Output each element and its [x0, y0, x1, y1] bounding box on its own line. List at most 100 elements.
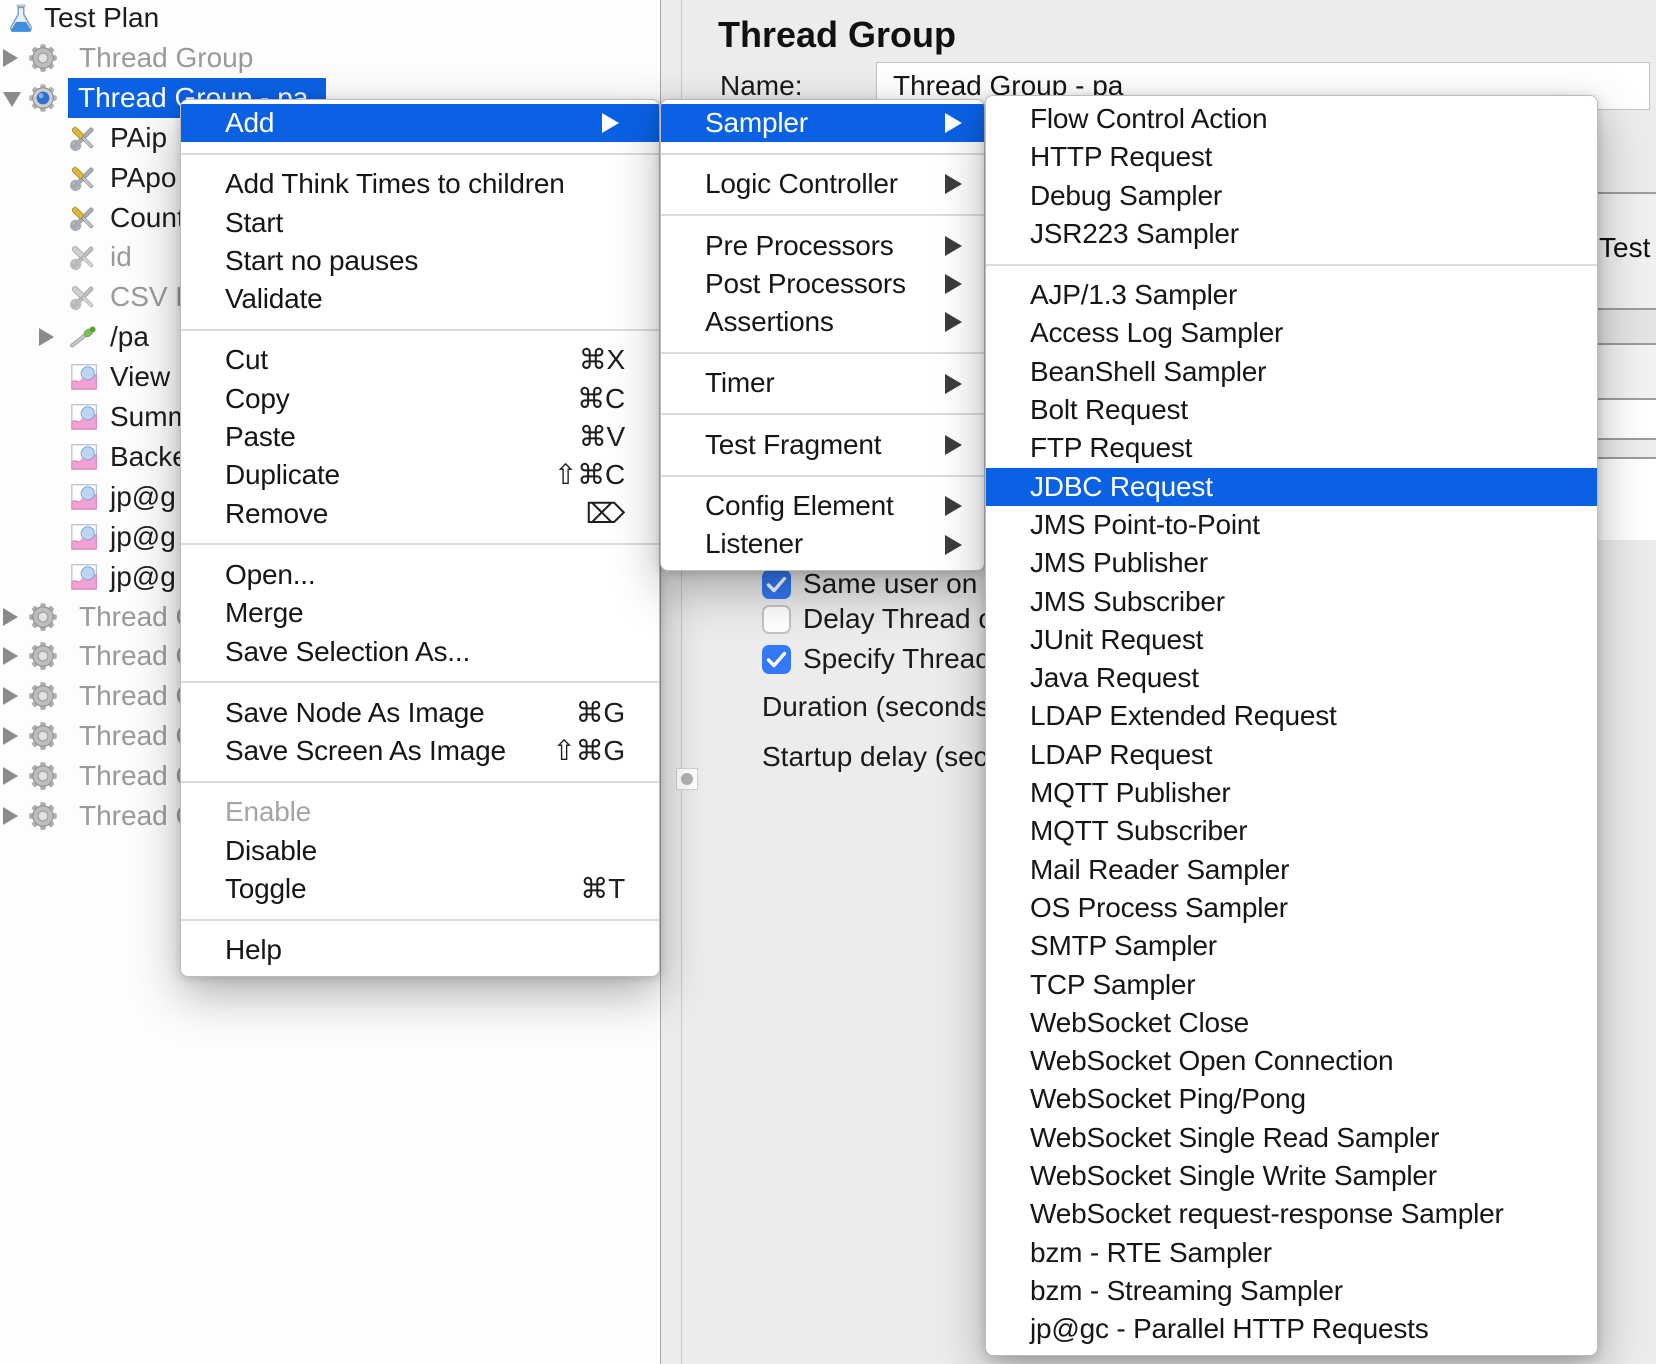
menu-item-post-processors[interactable]: Post Processors	[661, 265, 984, 303]
menu-item-duplicate[interactable]: Duplicate ⇧⌘C	[181, 456, 659, 494]
tree-item-label: jp@g	[110, 520, 176, 552]
menu-item-junit-request[interactable]: JUnit Request	[986, 621, 1597, 659]
checkbox-checked[interactable]	[762, 570, 791, 599]
tree-item[interactable]: Thread Group	[0, 38, 660, 78]
menu-item-ftp-request[interactable]: FTP Request	[986, 429, 1597, 467]
panel-edge-band	[1598, 457, 1656, 540]
menu-item-label: Mail Reader Sampler	[1030, 853, 1290, 885]
menu-item-shortcut: ⇧⌘C	[553, 459, 625, 491]
menu-item-os-process-sampler[interactable]: OS Process Sampler	[986, 889, 1597, 927]
menu-item-mqtt-subscriber[interactable]: MQTT Subscriber	[986, 812, 1597, 850]
menu-item-websocket-single-read-sampler[interactable]: WebSocket Single Read Sampler	[986, 1119, 1597, 1157]
menu-item-http-request[interactable]: HTTP Request	[986, 138, 1597, 176]
tree-item-label: PApo	[110, 161, 177, 193]
menu-item-smtp-sampler[interactable]: SMTP Sampler	[986, 927, 1597, 965]
menu-item-remove[interactable]: Remove ⌦	[181, 495, 659, 533]
disclosure-triangle-icon[interactable]	[3, 807, 18, 825]
menu-item-logic-controller[interactable]: Logic Controller	[661, 165, 984, 203]
menu-item-mail-reader-sampler[interactable]: Mail Reader Sampler	[986, 851, 1597, 889]
menu-item-java-request[interactable]: Java Request	[986, 659, 1597, 697]
menu-item-websocket-open-connection[interactable]: WebSocket Open Connection	[986, 1042, 1597, 1080]
menu-item-label: Config Element	[705, 490, 894, 522]
disclosure-triangle-icon[interactable]	[3, 647, 18, 666]
tree-item[interactable]: Test Plan	[0, 0, 660, 38]
menu-item-websocket-single-write-sampler[interactable]: WebSocket Single Write Sampler	[986, 1157, 1597, 1195]
menu-item-jdbc-request[interactable]: JDBC Request	[986, 467, 1597, 506]
checkbox-checked[interactable]	[762, 645, 791, 674]
menu-item-sampler[interactable]: Sampler	[661, 104, 984, 143]
menu-item-add-think-times-to-children[interactable]: Add Think Times to children	[181, 165, 659, 203]
panel-edge-band	[1598, 398, 1656, 438]
menu-item-merge[interactable]: Merge	[181, 594, 659, 632]
tree-item-label: /pa	[110, 321, 149, 353]
menu-item-label: Save Screen As Image	[225, 735, 506, 767]
tree-item-label: PAip	[110, 121, 168, 153]
menu-item-start[interactable]: Start	[181, 204, 659, 242]
menu-item-access-log-sampler[interactable]: Access Log Sampler	[986, 314, 1597, 352]
menu-item-bzm-rte-sampler[interactable]: bzm - RTE Sampler	[986, 1234, 1597, 1272]
menu-item-jsr223-sampler[interactable]: JSR223 Sampler	[986, 215, 1597, 253]
menu-item-jms-subscriber[interactable]: JMS Subscriber	[986, 583, 1597, 621]
menu-item-cut[interactable]: Cut ⌘X	[181, 341, 659, 379]
menu-item-save-node-as-image[interactable]: Save Node As Image ⌘G	[181, 694, 659, 732]
menu-item-add[interactable]: Add	[181, 104, 659, 143]
menu-item-copy[interactable]: Copy ⌘C	[181, 380, 659, 418]
disclosure-triangle-icon[interactable]	[3, 767, 18, 786]
menu-item-bzm-streaming-sampler[interactable]: bzm - Streaming Sampler	[986, 1272, 1597, 1310]
menu-item-websocket-ping-pong[interactable]: WebSocket Ping/Pong	[986, 1080, 1597, 1118]
menu-item-test-fragment[interactable]: Test Fragment	[661, 426, 984, 464]
test-plan-flask-icon	[4, 1, 38, 35]
menu-item-timer[interactable]: Timer	[661, 364, 984, 402]
menu-item-start-no-pauses[interactable]: Start no pauses	[181, 242, 659, 280]
menu-item-mqtt-publisher[interactable]: MQTT Publisher	[986, 774, 1597, 812]
menu-item-jms-point-to-point[interactable]: JMS Point-to-Point	[986, 506, 1597, 544]
menu-item-tcp-sampler[interactable]: TCP Sampler	[986, 966, 1597, 1004]
disclosure-triangle-icon[interactable]	[39, 328, 54, 347]
submenu-arrow-icon	[945, 534, 962, 555]
menu-item-validate[interactable]: Validate	[181, 280, 659, 318]
menu-item-pre-processors[interactable]: Pre Processors	[661, 227, 984, 265]
menu-item-ldap-extended-request[interactable]: LDAP Extended Request	[986, 697, 1597, 735]
menu-item-label: WebSocket Single Read Sampler	[1030, 1121, 1440, 1153]
menu-item-listener[interactable]: Listener	[661, 525, 984, 563]
menu-item-help[interactable]: Help	[181, 931, 659, 969]
menu-item-ldap-request[interactable]: LDAP Request	[986, 736, 1597, 774]
menu-item-label: JMS Publisher	[1030, 547, 1208, 579]
menu-item-websocket-request-response-sampler[interactable]: WebSocket request-response Sampler	[986, 1195, 1597, 1233]
menu-item-assertions[interactable]: Assertions	[661, 303, 984, 341]
chart-icon	[66, 360, 100, 394]
split-divider-knob[interactable]	[676, 768, 698, 790]
disclosure-triangle-icon[interactable]	[3, 687, 18, 706]
menu-item-open[interactable]: Open...	[181, 556, 659, 594]
disclosure-triangle-icon[interactable]	[3, 727, 18, 746]
menu-item-config-element[interactable]: Config Element	[661, 487, 984, 525]
menu-item-label: JSR223 Sampler	[1030, 217, 1239, 249]
menu-item-debug-sampler[interactable]: Debug Sampler	[986, 177, 1597, 215]
tree-item-label: Thread Group	[79, 41, 254, 73]
panel-edge-divider	[1598, 343, 1656, 345]
menu-item-jms-publisher[interactable]: JMS Publisher	[986, 544, 1597, 582]
menu-item-enable[interactable]: Enable	[181, 793, 659, 831]
menu-item-websocket-close[interactable]: WebSocket Close	[986, 1004, 1597, 1042]
disclosure-triangle-icon[interactable]	[3, 48, 18, 67]
menu-separator	[661, 413, 984, 416]
menu-item-flow-control-action[interactable]: Flow Control Action	[986, 100, 1597, 138]
menu-item-save-screen-as-image[interactable]: Save Screen As Image ⇧⌘G	[181, 732, 659, 770]
menu-item-toggle[interactable]: Toggle ⌘T	[181, 870, 659, 908]
disclosure-triangle-icon[interactable]	[3, 607, 18, 626]
menu-item-label: WebSocket Ping/Pong	[1030, 1083, 1306, 1115]
menu-item-label: Logic Controller	[705, 168, 898, 200]
menu-item-beanshell-sampler[interactable]: BeanShell Sampler	[986, 353, 1597, 391]
gear-icon	[26, 41, 60, 75]
checkbox-unchecked[interactable]	[762, 605, 791, 634]
submenu-arrow-icon	[945, 174, 962, 195]
menu-item-ajp-1-3-sampler[interactable]: AJP/1.3 Sampler	[986, 276, 1597, 314]
submenu-arrow-icon	[945, 113, 962, 134]
menu-item-bolt-request[interactable]: Bolt Request	[986, 391, 1597, 429]
disclosure-triangle-icon[interactable]	[3, 91, 21, 107]
gear-icon	[26, 639, 60, 673]
menu-item-jp-gc-parallel-http-requests[interactable]: jp@gc - Parallel HTTP Requests	[986, 1310, 1597, 1348]
menu-item-disable[interactable]: Disable	[181, 832, 659, 870]
menu-item-save-selection-as[interactable]: Save Selection As...	[181, 633, 659, 671]
menu-item-paste[interactable]: Paste ⌘V	[181, 418, 659, 456]
